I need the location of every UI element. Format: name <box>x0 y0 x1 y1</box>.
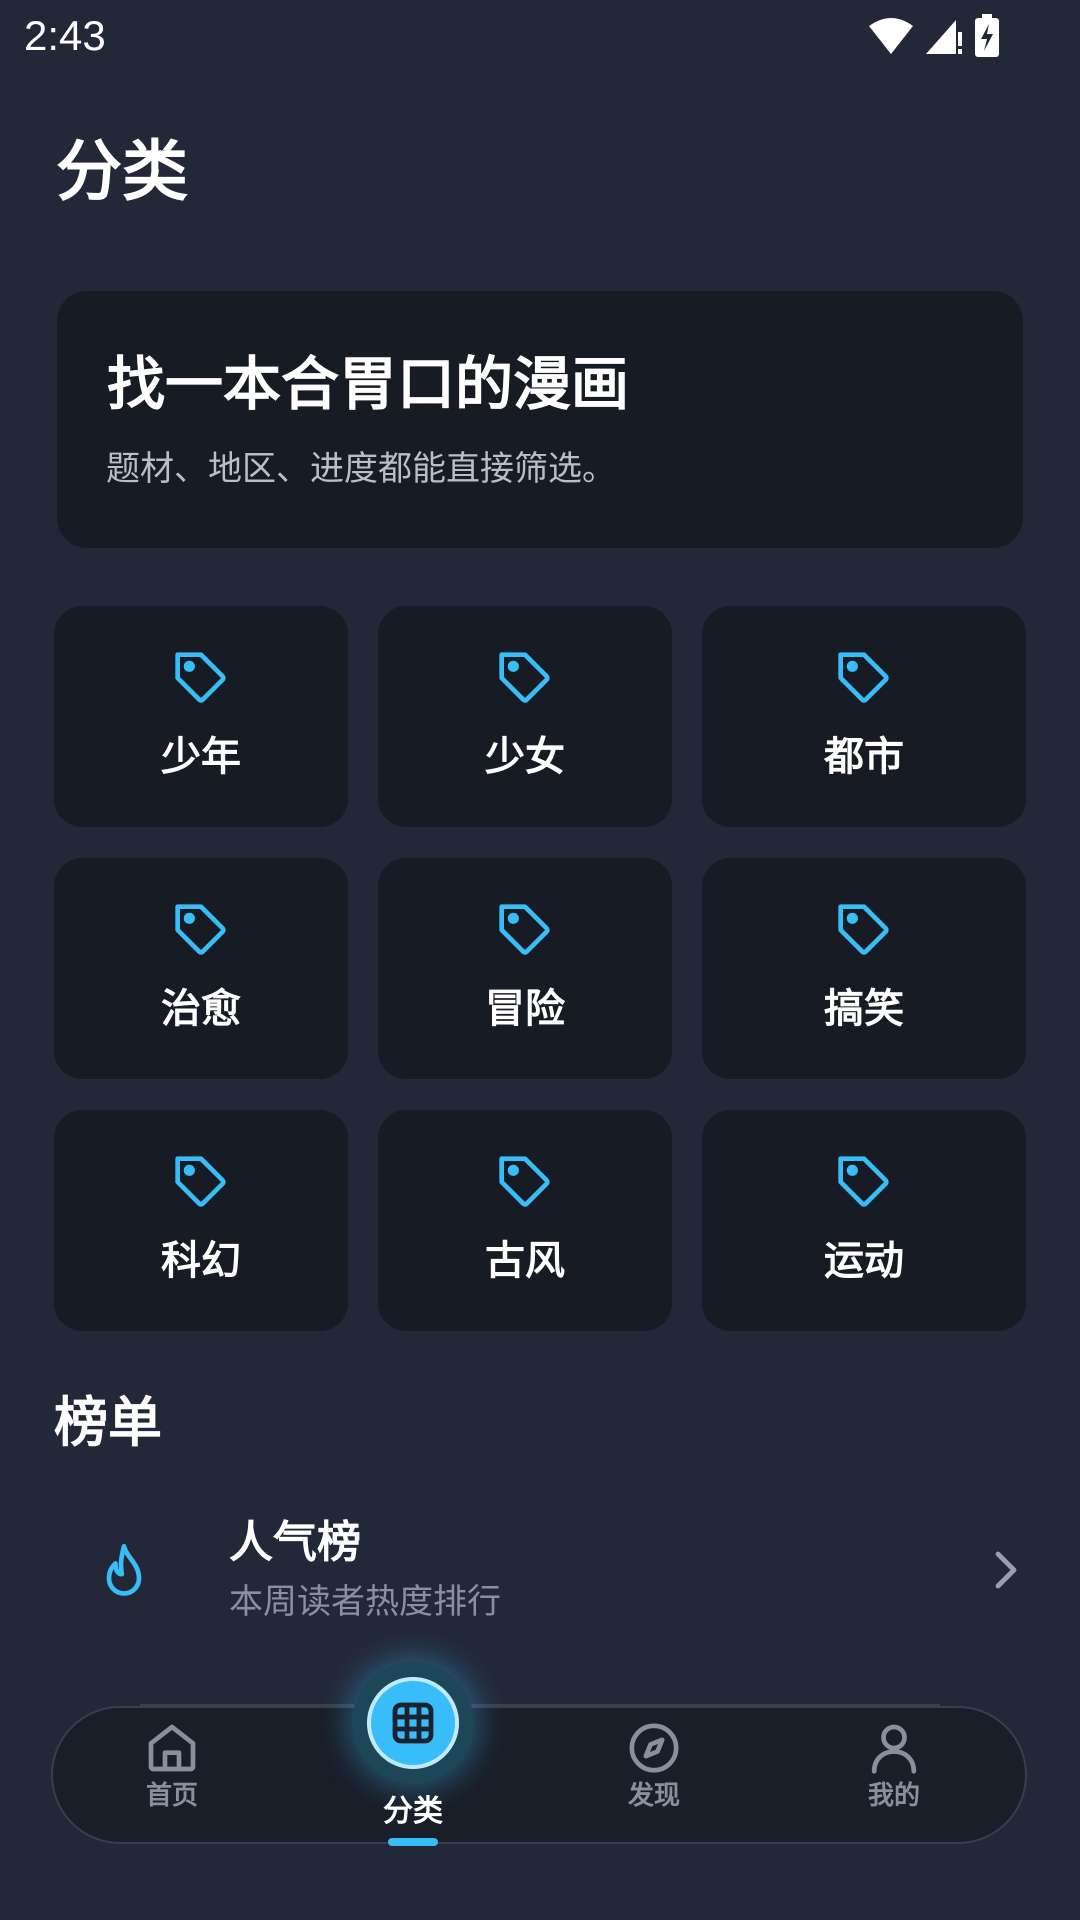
tag-icon <box>838 1156 889 1207</box>
ranking-section-title: 榜单 <box>54 1391 162 1454</box>
nav-item-discover[interactable]: 发现 <box>574 1716 734 1834</box>
category-card-shaonv[interactable]: 少女 <box>378 606 672 827</box>
category-label: 治愈 <box>161 986 241 1032</box>
category-card-maoxian[interactable]: 冒险 <box>378 858 672 1079</box>
category-label: 冒险 <box>485 986 565 1032</box>
tag-icon <box>499 1156 550 1207</box>
category-card-yundong[interactable]: 运动 <box>702 1110 1026 1331</box>
nav-label-category: 分类 <box>383 1794 443 1829</box>
nav-item-home[interactable]: 首页 <box>92 1716 252 1834</box>
category-card-gaoxiao[interactable]: 搞笑 <box>702 858 1026 1079</box>
tag-icon <box>175 1156 226 1207</box>
nav-active-indicator <box>388 1838 438 1846</box>
category-card-shaonian[interactable]: 少年 <box>54 606 348 827</box>
battery-charging-icon <box>975 14 999 57</box>
tag-icon <box>175 652 226 703</box>
compass-icon <box>629 1723 679 1773</box>
tag-icon <box>838 652 889 703</box>
hero-title: 找一本合胃口的漫画 <box>107 350 630 418</box>
status-icons <box>868 12 1000 60</box>
grid-icon <box>392 1702 434 1744</box>
cellular-signal-icon <box>926 20 962 54</box>
page-title: 分类 <box>56 133 188 210</box>
nav-item-category[interactable]: 分类 <box>342 1648 484 1848</box>
nav-label-profile: 我的 <box>867 1781 920 1811</box>
hero-subtitle: 题材、地区、进度都能直接筛选。 <box>106 449 616 489</box>
category-label: 运动 <box>824 1238 904 1284</box>
category-card-gufeng[interactable]: 古风 <box>378 1110 672 1331</box>
category-card-zhiyu[interactable]: 治愈 <box>54 858 348 1079</box>
category-label: 搞笑 <box>824 986 904 1032</box>
chevron-right-icon <box>995 1551 1017 1589</box>
category-label: 科幻 <box>161 1238 241 1284</box>
tag-icon <box>838 904 889 955</box>
nav-label-discover: 发现 <box>627 1781 680 1811</box>
ranking-item-popular[interactable]: 人气榜 本周读者热度排行 <box>54 1500 1026 1640</box>
flame-icon <box>106 1543 142 1596</box>
tag-icon <box>499 904 550 955</box>
category-card-kehuan[interactable]: 科幻 <box>54 1110 348 1331</box>
ranking-item-title: 人气榜 <box>229 1517 361 1568</box>
status-bar: 2:43 <box>0 0 1080 72</box>
home-icon <box>148 1724 196 1772</box>
category-label: 古风 <box>485 1238 565 1284</box>
nav-active-button <box>367 1677 459 1769</box>
status-time: 2:43 <box>24 12 106 59</box>
tag-icon <box>499 652 550 703</box>
category-label: 少年 <box>161 734 241 780</box>
tag-icon <box>175 904 226 955</box>
nav-item-profile[interactable]: 我的 <box>814 1716 974 1834</box>
wifi-icon <box>869 18 913 54</box>
category-label: 少女 <box>485 734 565 780</box>
category-card-dushi[interactable]: 都市 <box>702 606 1026 827</box>
category-screen: 2:43 分类 找一本合胃口的漫画 题材、地区、进度都能直接筛选。 少年 少女 … <box>0 0 1080 1920</box>
ranking-item-subtitle: 本周读者热度排行 <box>229 1582 501 1622</box>
nav-label-home: 首页 <box>145 1781 198 1811</box>
person-icon <box>871 1724 917 1774</box>
hero-banner: 找一本合胃口的漫画 题材、地区、进度都能直接筛选。 <box>57 291 1023 548</box>
category-label: 都市 <box>824 734 904 780</box>
